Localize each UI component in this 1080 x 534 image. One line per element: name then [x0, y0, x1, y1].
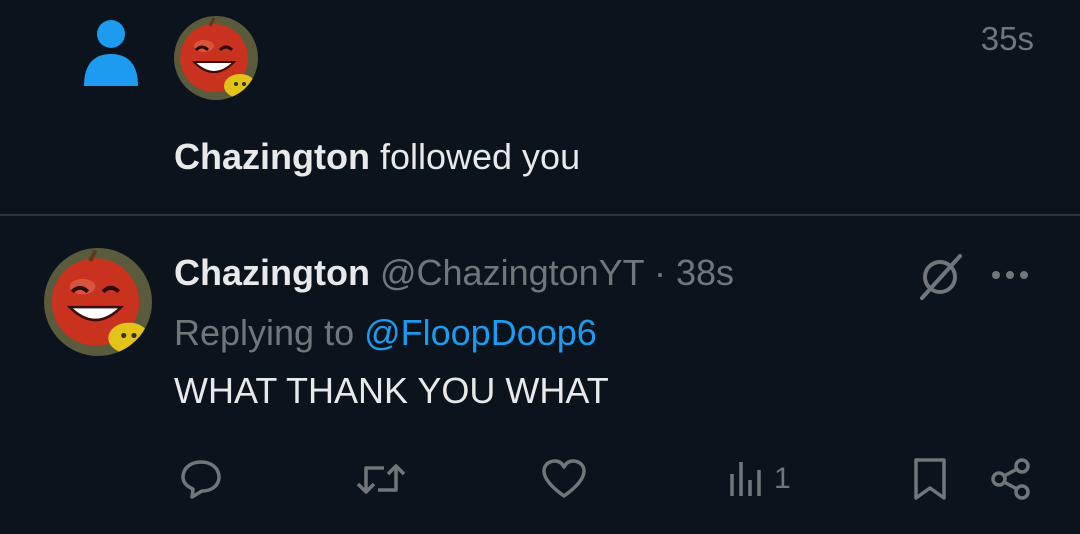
heart-icon — [542, 459, 586, 498]
replying-to-line: Replying to @FloopDoop6 — [174, 312, 597, 354]
grok-icon[interactable] — [914, 250, 966, 302]
person-icon — [84, 20, 138, 86]
apple-face-avatar — [44, 248, 152, 356]
follower-name[interactable]: Chazington — [174, 136, 370, 177]
notification-timestamp: 35s — [980, 20, 1034, 57]
follow-notification[interactable]: 35s Chazington followed you — [0, 0, 1080, 215]
follower-avatar[interactable] — [174, 16, 258, 100]
replying-prefix: Replying to — [174, 312, 365, 353]
tweet-text: WHAT THANK YOU WHAT — [174, 370, 609, 411]
views-icon — [730, 462, 761, 496]
notification-action: followed you — [369, 136, 581, 177]
views-button[interactable]: 1 — [726, 456, 791, 502]
bookmark-button[interactable] — [910, 456, 950, 502]
reply-button[interactable] — [178, 456, 224, 502]
notifications-page: 35s Chazington followed you Chazington @… — [0, 0, 1080, 534]
share-button[interactable] — [988, 456, 1034, 502]
apple-face-avatar — [174, 16, 258, 100]
author-handle[interactable]: @ChazingtonYT — [380, 252, 644, 293]
tweet-header: Chazington @ChazingtonYT · 38s — [174, 252, 734, 294]
bookmark-icon — [914, 458, 946, 500]
reply-icon — [181, 460, 221, 499]
author-avatar[interactable] — [44, 248, 152, 356]
retweet-icon — [356, 464, 406, 494]
share-icon — [991, 458, 1030, 500]
more-icon[interactable] — [990, 260, 1030, 290]
header-separator: · — [644, 252, 677, 293]
reply-tweet[interactable]: Chazington @ChazingtonYT · 38s Replying … — [0, 216, 1080, 534]
notification-text: Chazington followed you — [174, 136, 580, 178]
tweet-actions: 1 — [0, 456, 1080, 506]
like-button[interactable] — [540, 456, 588, 502]
replying-to-mention[interactable]: @FloopDoop6 — [364, 312, 597, 353]
views-count: 1 — [774, 462, 791, 495]
author-display-name[interactable]: Chazington — [174, 252, 370, 293]
retweet-button[interactable] — [354, 456, 408, 502]
tweet-timestamp[interactable]: 38s — [676, 252, 734, 293]
